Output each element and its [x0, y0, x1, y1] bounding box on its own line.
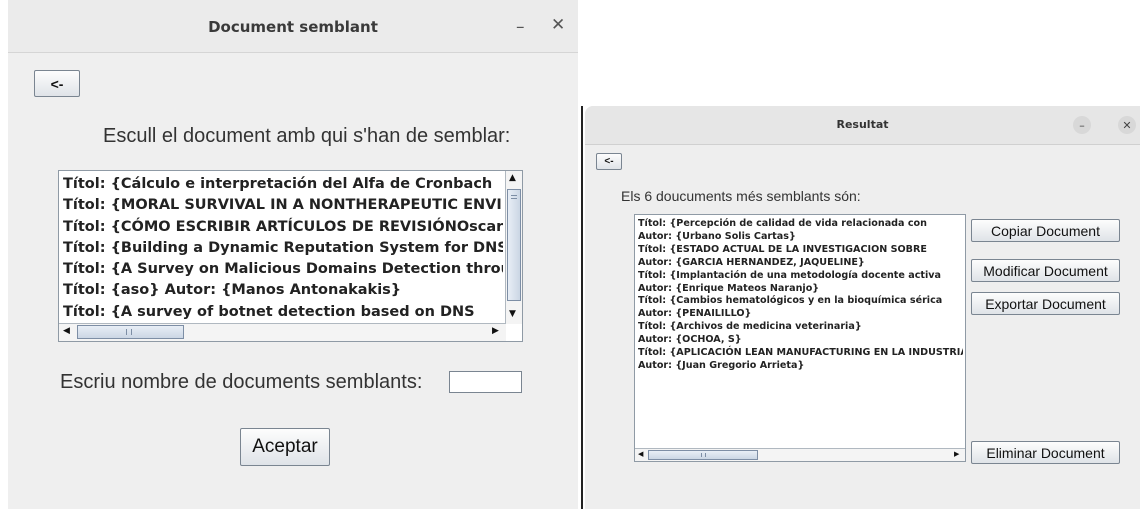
list-item[interactable]: Títol: {ESTADO ACTUAL DE LA INVESTIGACIO… [638, 244, 963, 257]
up-arrow-icon[interactable]: ▲ [509, 174, 516, 183]
results-list[interactable]: Títol: {Percepción de calidad de vida re… [634, 214, 966, 462]
delete-document-button[interactable]: Eliminar Document [971, 441, 1120, 464]
list-item[interactable]: Autor: {Urbano Solis Cartas} [638, 231, 963, 244]
copy-document-button[interactable]: Copiar Document [971, 219, 1120, 242]
choose-document-prompt: Escull el document amb qui s'han de semb… [103, 125, 511, 147]
left-arrow-icon[interactable]: ◀ [63, 327, 70, 336]
list-item[interactable]: Autor: {OCHOA, S} [638, 334, 963, 347]
close-icon[interactable]: ✕ [1118, 116, 1136, 134]
minimize-icon[interactable]: – [1073, 116, 1091, 134]
title-bar: Document semblant – ✕ [8, 0, 578, 53]
horizontal-scrollbar[interactable]: ◀ ▶ [635, 448, 965, 461]
list-item[interactable]: Títol: {Archivos de medicina veterinaria… [638, 321, 963, 334]
similar-count-label: Escriu nombre de documents semblants: [60, 371, 423, 393]
similar-count-input[interactable] [449, 371, 522, 393]
list-item[interactable]: Títol: {Implantación de una metodología … [638, 270, 963, 283]
document-list[interactable]: Títol: {Cálculo e interpretación del Alf… [58, 170, 523, 342]
list-item[interactable]: Títol: {Cálculo e interpretación del Alf… [63, 174, 503, 195]
back-button[interactable]: <- [34, 70, 80, 97]
window-title: Document semblant [208, 18, 378, 36]
right-arrow-icon[interactable]: ▶ [954, 451, 959, 458]
results-list-items: Títol: {Percepción de calidad de vida re… [638, 218, 963, 373]
left-arrow-icon[interactable]: ◀ [638, 451, 643, 458]
vertical-scrollbar[interactable]: ▲ ▼ [505, 171, 522, 324]
horizontal-scrollbar[interactable]: ◀ ▶ [59, 323, 506, 341]
list-item[interactable]: Títol: {aso} Autor: {Manos Antonakakis} [63, 280, 503, 301]
minimize-icon[interactable]: – [516, 17, 525, 37]
list-item[interactable]: Autor: {Enrique Mateos Naranjo} [638, 283, 963, 296]
list-item[interactable]: Títol: {Building a Dynamic Reputation Sy… [63, 238, 503, 259]
back-button[interactable]: <- [596, 153, 622, 170]
right-arrow-icon[interactable]: ▶ [492, 327, 499, 336]
window-divider [581, 106, 583, 509]
export-document-button[interactable]: Exportar Document [971, 292, 1120, 315]
horizontal-scroll-thumb[interactable] [648, 450, 758, 460]
modify-document-button[interactable]: Modificar Document [971, 259, 1120, 282]
list-item[interactable]: Títol: {A Survey on Malicious Domains De… [63, 259, 503, 280]
results-info-label: Els 6 doucuments més semblants són: [621, 188, 861, 204]
vertical-scroll-thumb[interactable] [507, 189, 521, 301]
document-list-items: Títol: {Cálculo e interpretación del Alf… [63, 174, 503, 323]
document-semblant-window: Document semblant – ✕ <- Escull el docum… [8, 0, 578, 509]
horizontal-scroll-thumb[interactable] [77, 325, 184, 339]
list-item[interactable]: Autor: {PENAILILLO} [638, 308, 963, 321]
title-bar: Resultat – ✕ [585, 106, 1140, 145]
accept-button[interactable]: Aceptar [240, 428, 330, 466]
list-item[interactable]: Títol: {Percepción de calidad de vida re… [638, 218, 963, 231]
down-arrow-icon[interactable]: ▼ [509, 310, 516, 319]
list-item[interactable]: Títol: {MORAL SURVIVAL IN A NONTHERAPEUT… [63, 195, 503, 216]
list-item[interactable]: Títol: {CÓMO ESCRIBIR ARTÍCULOS DE REVIS… [63, 217, 503, 238]
close-icon[interactable]: ✕ [551, 15, 565, 35]
list-item[interactable]: Autor: {GARCIA HERNANDEZ, JAQUELINE} [638, 257, 963, 270]
list-item[interactable]: Títol: {APLICACIÓN LEAN MANUFACTURING EN… [638, 347, 963, 360]
list-item[interactable]: Títol: {Cambios hematológicos y en la bi… [638, 295, 963, 308]
window-title: Resultat [836, 118, 889, 131]
list-item[interactable]: Autor: {Juan Gregorio Arrieta} [638, 360, 963, 373]
list-item[interactable]: Títol: {A survey of botnet detection bas… [63, 302, 503, 323]
resultat-window: Resultat – ✕ <- Els 6 doucuments més sem… [585, 106, 1140, 509]
